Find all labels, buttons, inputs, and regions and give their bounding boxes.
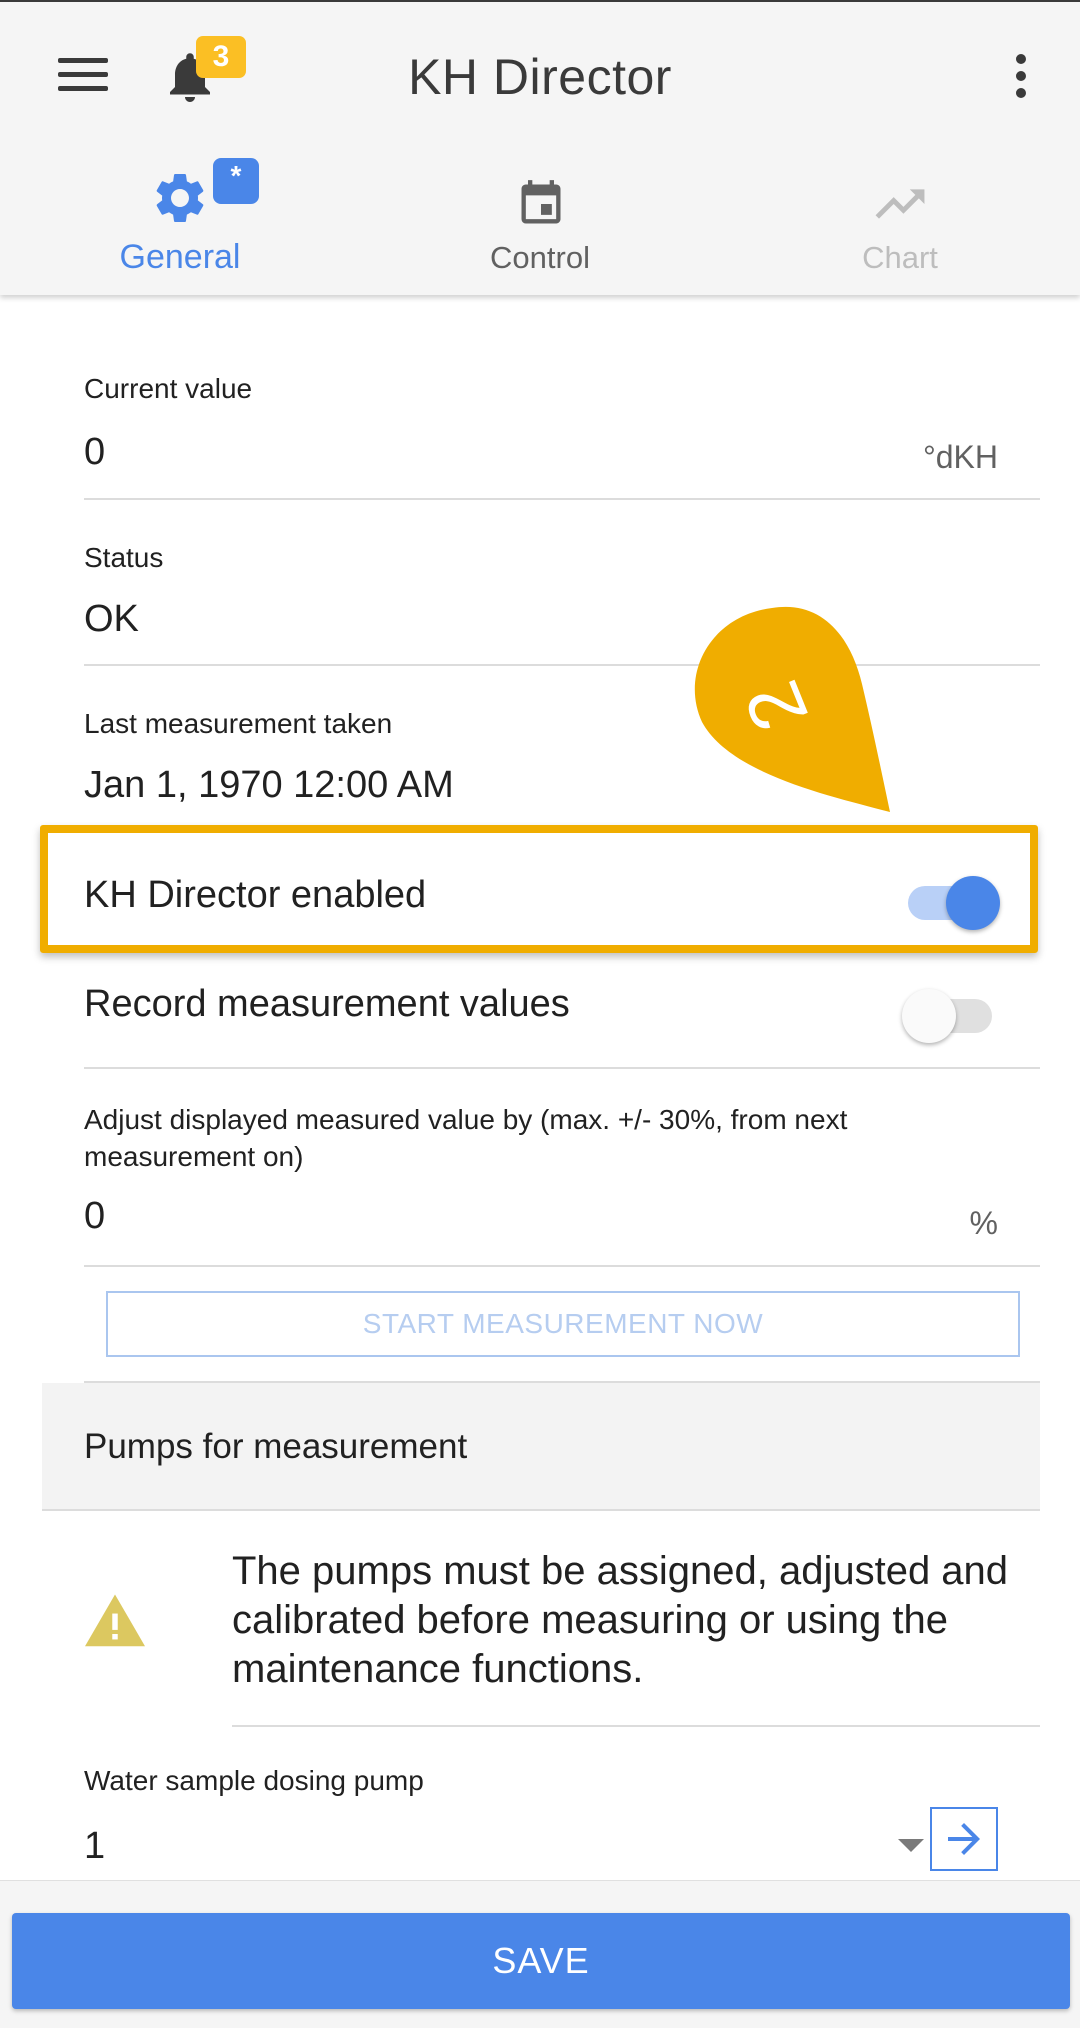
dropdown-arrow-icon[interactable] bbox=[898, 1839, 924, 1852]
calendar-icon bbox=[521, 180, 561, 224]
more-options-icon[interactable] bbox=[1010, 54, 1040, 100]
current-value: 0 bbox=[84, 431, 106, 473]
arrow-right-icon bbox=[948, 1823, 980, 1855]
tab-control[interactable]: Control bbox=[360, 152, 720, 292]
go-to-pump-button[interactable] bbox=[930, 1807, 998, 1871]
pumps-section-title: Pumps for measurement bbox=[84, 1427, 468, 1466]
tab-general-label: General bbox=[119, 238, 241, 276]
last-measurement-label: Last measurement taken bbox=[84, 708, 393, 739]
current-value-field: Current value 0 °dKH bbox=[84, 295, 1040, 500]
general-settings-form: Current value 0 °dKH Status OK Last meas… bbox=[0, 295, 1080, 1895]
tab-general[interactable]: * General bbox=[0, 152, 360, 292]
water-sample-pump-select[interactable]: 1 bbox=[84, 1825, 105, 1868]
pumps-warning-text: The pumps must be assigned, adjusted and… bbox=[232, 1549, 1009, 1691]
status-value: OK bbox=[84, 598, 139, 640]
save-button[interactable]: SAVE bbox=[12, 1913, 1070, 2009]
start-measurement-button[interactable]: START MEASUREMENT NOW bbox=[106, 1291, 1020, 1357]
adjust-value-field[interactable]: Adjust displayed measured value by (max.… bbox=[84, 1069, 1040, 1267]
tab-chart[interactable]: Chart bbox=[720, 152, 1080, 292]
trending-up-icon bbox=[875, 189, 925, 219]
unsaved-changes-badge: * bbox=[213, 158, 259, 204]
gear-icon bbox=[156, 174, 204, 222]
status-label: Status bbox=[84, 542, 164, 573]
last-measurement-value: Jan 1, 1970 12:00 AM bbox=[84, 764, 454, 806]
app-bar: 3 KH Director * General Control Chart bbox=[0, 0, 1080, 295]
save-bar: SAVE bbox=[0, 1880, 1080, 2028]
record-measurement-label: Record measurement values bbox=[84, 983, 570, 1025]
water-sample-pump-field[interactable]: Water sample dosing pump 1 bbox=[84, 1731, 1040, 1901]
switch-thumb bbox=[902, 989, 956, 1043]
pumps-section-header: Pumps for measurement bbox=[42, 1383, 1040, 1511]
divider bbox=[232, 1725, 1040, 1727]
start-measurement-container: START MEASUREMENT NOW bbox=[84, 1267, 1040, 1383]
record-measurement-switch[interactable] bbox=[902, 985, 998, 1043]
current-value-label: Current value bbox=[84, 373, 253, 404]
tab-chart-label: Chart bbox=[862, 240, 938, 275]
adjust-value-label: Adjust displayed measured value by (max.… bbox=[84, 1104, 848, 1172]
current-value-unit: °dKH bbox=[922, 439, 998, 475]
annotation-step-bubble: 2 bbox=[694, 606, 890, 812]
adjust-value-unit: % bbox=[969, 1205, 998, 1241]
adjust-value-input[interactable]: 0 bbox=[84, 1195, 105, 1238]
record-measurement-row[interactable]: Record measurement values bbox=[84, 961, 1040, 1069]
warning-icon bbox=[85, 1594, 145, 1647]
tab-control-label: Control bbox=[490, 240, 590, 275]
water-sample-pump-label: Water sample dosing pump bbox=[84, 1765, 424, 1796]
annotation-highlight-box bbox=[40, 825, 1038, 953]
page-title: KH Director bbox=[408, 49, 672, 105]
pumps-warning: The pumps must be assigned, adjusted and… bbox=[42, 1511, 1040, 1731]
